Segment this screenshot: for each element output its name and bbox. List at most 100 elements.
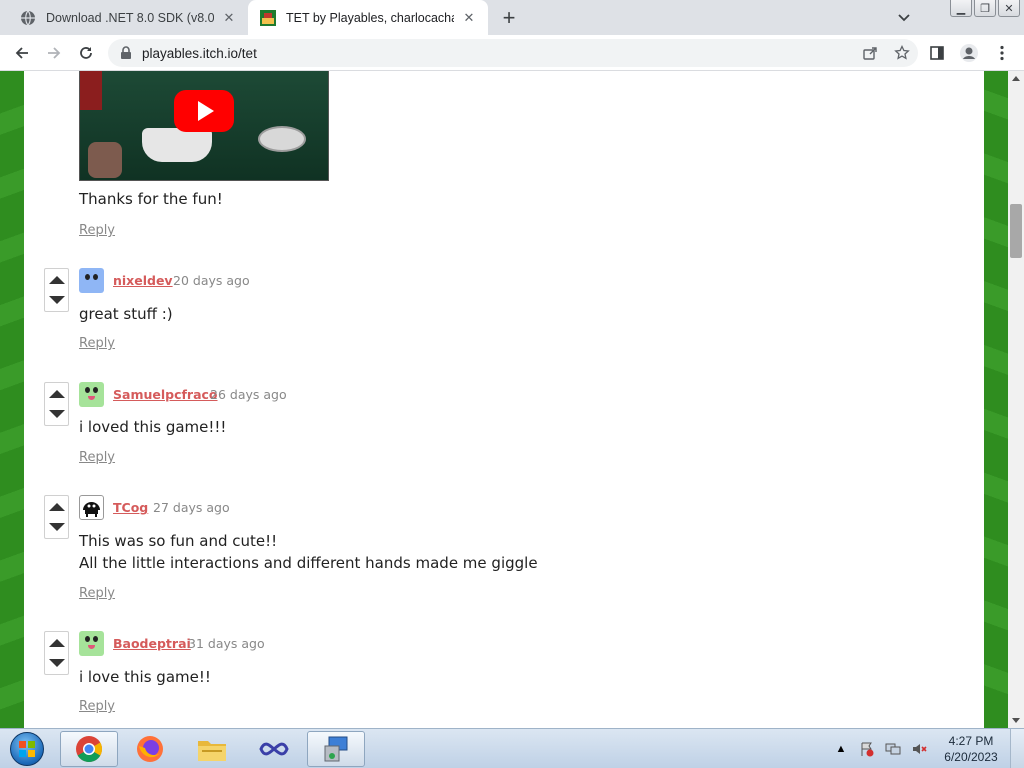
lock-icon[interactable]	[118, 45, 134, 61]
windows-logo-icon	[10, 732, 44, 766]
comment-timestamp[interactable]: 20 days ago	[173, 273, 250, 288]
file-explorer-icon	[198, 741, 226, 761]
reply-link[interactable]: Reply	[79, 699, 115, 714]
reply-link[interactable]: Reply	[79, 336, 115, 351]
firefox-icon	[137, 736, 163, 762]
address-bar[interactable]: playables.itch.io/tet	[108, 39, 918, 67]
comment-author[interactable]: Baodeptrai	[113, 636, 191, 651]
scroll-up-arrow-icon[interactable]	[1012, 76, 1020, 81]
kebab-menu-icon	[1000, 45, 1004, 61]
downvote-arrow-icon[interactable]	[49, 296, 65, 304]
comment-body: i loved this game!!!	[79, 418, 227, 436]
back-button[interactable]	[8, 39, 36, 67]
tab-dotnet-download[interactable]: Download .NET 8.0 SDK (v8.0.100 ✕	[8, 0, 248, 35]
action-center-flag-icon[interactable]	[858, 740, 876, 758]
minimize-button[interactable]: ▁	[950, 0, 972, 17]
bookmark-star-icon[interactable]	[892, 43, 912, 63]
scrollbar-thumb[interactable]	[1010, 204, 1022, 258]
taskbar-remote-desktop[interactable]	[307, 731, 365, 767]
youtube-play-icon[interactable]	[174, 90, 234, 132]
system-tray: ▲ 4:27 PM 6/20/2023	[828, 729, 1024, 768]
upvote-arrow-icon[interactable]	[49, 503, 65, 511]
reload-button[interactable]	[72, 39, 100, 67]
close-tab-icon[interactable]: ✕	[220, 9, 238, 27]
vote-widget	[44, 495, 69, 539]
back-arrow-icon	[15, 47, 28, 59]
vote-widget	[44, 382, 69, 426]
comment-body-line: This was so fun and cute!!	[79, 532, 278, 550]
comment-body: i love this game!!	[79, 668, 211, 686]
taskbar-chrome[interactable]	[60, 731, 118, 767]
avatar[interactable]	[79, 495, 104, 520]
tab-tet-itch[interactable]: TET by Playables, charlocachalo ✕	[248, 0, 488, 35]
vote-widget	[44, 268, 69, 312]
volume-muted-icon[interactable]	[910, 740, 928, 758]
show-desktop-button[interactable]	[1010, 729, 1024, 768]
reply-link[interactable]: Reply	[79, 223, 115, 238]
share-icon[interactable]	[860, 43, 880, 63]
downvote-arrow-icon[interactable]	[49, 523, 65, 531]
side-panel-button[interactable]	[923, 39, 951, 67]
clock-date: 6/20/2023	[944, 750, 998, 764]
comment-author[interactable]: TCog	[113, 500, 148, 515]
vote-widget	[44, 631, 69, 675]
visual-studio-icon	[259, 742, 289, 756]
menu-button[interactable]	[988, 39, 1016, 67]
show-hidden-icons-icon[interactable]: ▲	[832, 740, 850, 758]
tab-title: TET by Playables, charlocachalo	[286, 10, 454, 25]
upvote-arrow-icon[interactable]	[49, 276, 65, 284]
downvote-arrow-icon[interactable]	[49, 410, 65, 418]
taskbar-visual-studio[interactable]	[245, 731, 303, 767]
vertical-scrollbar[interactable]	[1008, 71, 1024, 728]
comment-timestamp[interactable]: 26 days ago	[210, 387, 287, 402]
side-panel-icon	[930, 46, 944, 60]
forward-arrow-icon	[48, 47, 61, 59]
profile-button[interactable]	[955, 39, 983, 67]
taskbar-file-explorer[interactable]	[183, 731, 241, 767]
profile-avatar-icon	[960, 44, 978, 62]
tab-search-chevron-icon[interactable]	[893, 8, 915, 28]
tab-strip: Download .NET 8.0 SDK (v8.0.100 ✕ TET by…	[0, 0, 1024, 35]
restore-button[interactable]: ❐	[974, 0, 996, 17]
youtube-video-embed[interactable]	[79, 71, 329, 181]
window-controls: ▁ ❐ ✕	[950, 0, 1020, 17]
start-button[interactable]	[4, 730, 50, 768]
downvote-arrow-icon[interactable]	[49, 659, 65, 667]
comment-timestamp[interactable]: 31 days ago	[188, 636, 265, 651]
avatar[interactable]	[79, 268, 104, 293]
browser-toolbar: playables.itch.io/tet	[0, 35, 1024, 71]
scroll-down-arrow-icon[interactable]	[1012, 718, 1020, 723]
upvote-arrow-icon[interactable]	[49, 390, 65, 398]
clock-time: 4:27 PM	[948, 734, 994, 748]
comment-body-line: All the little interactions and differen…	[79, 554, 538, 572]
reply-link[interactable]: Reply	[79, 586, 115, 601]
reply-link[interactable]: Reply	[79, 450, 115, 465]
itch-game-icon	[260, 9, 276, 26]
reload-icon	[80, 47, 92, 59]
tab-title: Download .NET 8.0 SDK (v8.0.100	[46, 10, 214, 25]
comment-body: great stuff :)	[79, 305, 173, 323]
page-background-pattern-left	[0, 71, 24, 728]
system-clock[interactable]: 4:27 PM 6/20/2023	[932, 733, 1010, 765]
comment-timestamp[interactable]: 27 days ago	[153, 500, 230, 515]
url-text: playables.itch.io/tet	[142, 45, 257, 61]
comment-author[interactable]: Samuelpcfraco	[113, 387, 218, 402]
upvote-arrow-icon[interactable]	[49, 639, 65, 647]
comment-body: Thanks for the fun!	[79, 190, 223, 208]
avatar[interactable]	[79, 631, 104, 656]
page-viewport: Thanks for the fun! Reply nixeldev 20 da…	[0, 71, 1008, 728]
comment-author[interactable]: nixeldev	[113, 273, 173, 288]
globe-icon	[20, 10, 36, 26]
taskbar-firefox[interactable]	[121, 731, 179, 767]
network-icon[interactable]	[884, 740, 902, 758]
comments-section: Thanks for the fun! Reply nixeldev 20 da…	[24, 71, 984, 728]
remote-desktop-icon	[324, 736, 348, 762]
new-tab-button[interactable]: +	[496, 5, 522, 31]
close-tab-icon[interactable]: ✕	[460, 9, 478, 27]
forward-button[interactable]	[40, 39, 68, 67]
avatar[interactable]	[79, 382, 104, 407]
close-window-button[interactable]: ✕	[998, 0, 1020, 17]
page-background-pattern-right	[984, 71, 1008, 728]
chrome-icon	[76, 736, 103, 763]
windows-taskbar: ▲ 4:27 PM 6/20/2023	[0, 728, 1024, 768]
